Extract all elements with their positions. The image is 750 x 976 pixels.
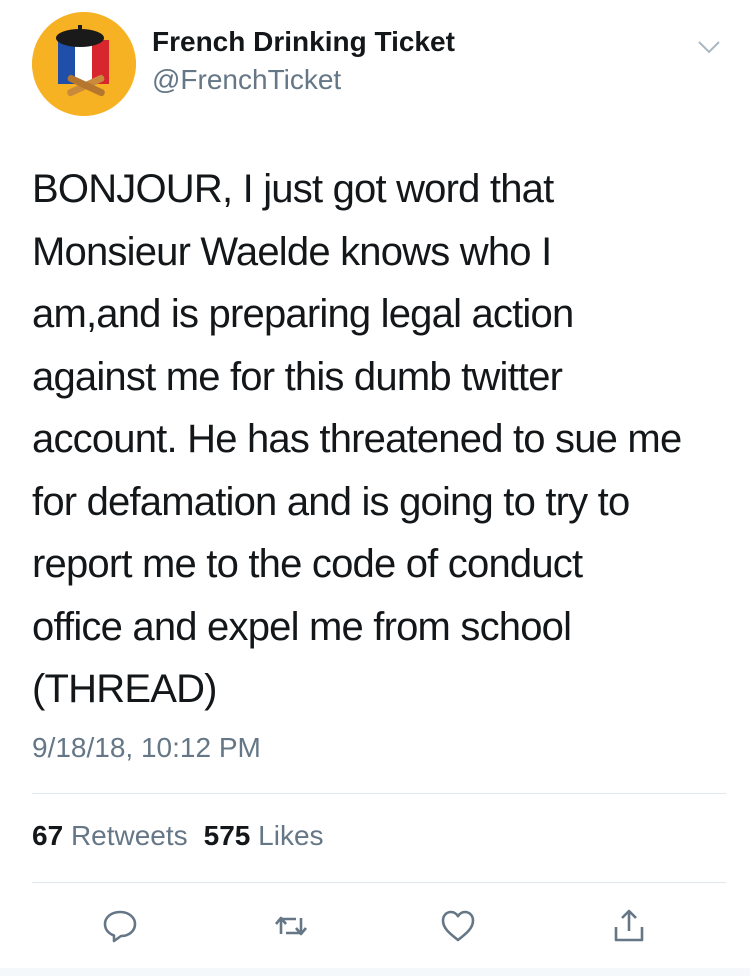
divider — [32, 882, 726, 883]
chevron-down-icon[interactable] — [694, 32, 724, 62]
retweet-button[interactable] — [270, 905, 312, 947]
share-button[interactable] — [608, 905, 650, 947]
display-name[interactable]: French Drinking Ticket — [152, 26, 455, 58]
tweet-text: BONJOUR, I just got word that Monsieur W… — [32, 167, 682, 711]
divider — [32, 793, 726, 794]
share-icon — [614, 909, 644, 942]
retweets-count: 67 — [32, 820, 64, 851]
avatar[interactable] — [32, 12, 136, 116]
like-button[interactable] — [437, 905, 479, 947]
likes-label: Likes — [258, 820, 324, 851]
tweet-stats: 67 Retweets 575 Likes — [32, 820, 324, 852]
tweet-card: French Drinking Ticket @FrenchTicket BON… — [0, 0, 750, 976]
retweets-stat[interactable]: 67 Retweets — [32, 820, 188, 851]
reply-icon — [103, 910, 137, 943]
retweet-icon — [275, 916, 307, 936]
retweets-label: Retweets — [70, 820, 188, 851]
tweet-timestamp[interactable]: 9/18/18, 10:12 PM — [32, 732, 261, 764]
french-flag-avatar-icon — [32, 12, 136, 116]
likes-stat[interactable]: 575 Likes — [204, 820, 324, 851]
reply-button[interactable] — [99, 905, 141, 947]
user-handle[interactable]: @FrenchTicket — [152, 64, 341, 96]
bottom-border — [0, 968, 750, 976]
like-icon — [441, 910, 475, 942]
likes-count: 575 — [203, 820, 251, 851]
